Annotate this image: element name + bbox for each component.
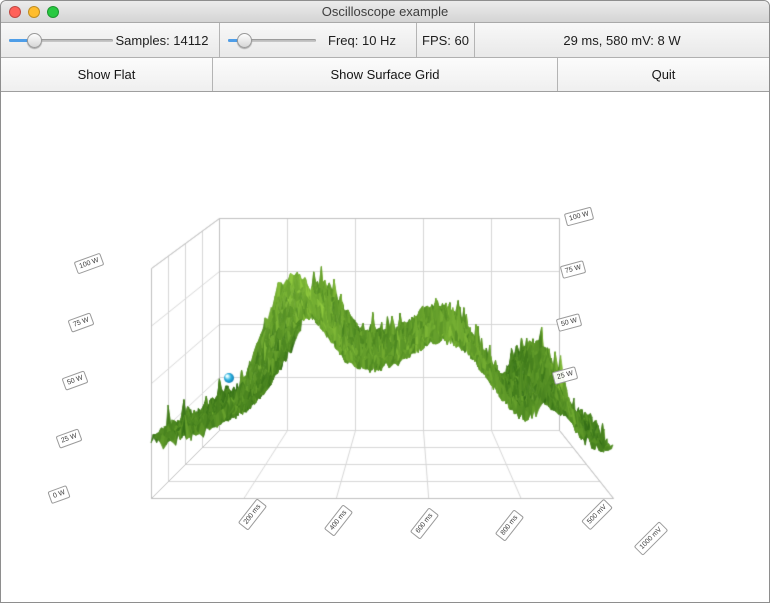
freq-slider[interactable]	[228, 32, 316, 48]
samples-cell: Samples: 14112	[1, 23, 220, 57]
app-window: Oscilloscope example Samples: 14112 Freq…	[0, 0, 770, 603]
fps-label: FPS: 60	[422, 33, 469, 48]
samples-slider[interactable]	[9, 32, 113, 48]
plot-area: 100 W 75 W 50 W 25 W 0 W 100 W 75 W 50 W…	[1, 92, 769, 602]
selection-status-label: 29 ms, 580 mV: 8 W	[563, 33, 680, 48]
quit-button[interactable]: Quit	[558, 58, 769, 91]
samples-slider-knob[interactable]	[27, 33, 42, 48]
freq-slider-knob[interactable]	[237, 33, 252, 48]
status-cell: 29 ms, 580 mV: 8 W	[475, 23, 769, 57]
window-title: Oscilloscope example	[1, 4, 769, 19]
samples-label: Samples: 14112	[113, 33, 211, 48]
freq-label: Freq: 10 Hz	[316, 33, 408, 48]
button-row: Show Flat Show Surface Grid Quit	[1, 58, 769, 92]
zoom-button[interactable]	[47, 6, 59, 18]
show-surface-grid-button[interactable]: Show Surface Grid	[213, 58, 558, 91]
minimize-button[interactable]	[28, 6, 40, 18]
close-button[interactable]	[9, 6, 21, 18]
title-bar[interactable]: Oscilloscope example	[1, 1, 769, 23]
toolbar: Samples: 14112 Freq: 10 Hz FPS: 60 29 ms…	[1, 23, 769, 58]
fps-cell: FPS: 60	[417, 23, 475, 57]
freq-cell: Freq: 10 Hz	[220, 23, 417, 57]
show-flat-button[interactable]: Show Flat	[1, 58, 213, 91]
